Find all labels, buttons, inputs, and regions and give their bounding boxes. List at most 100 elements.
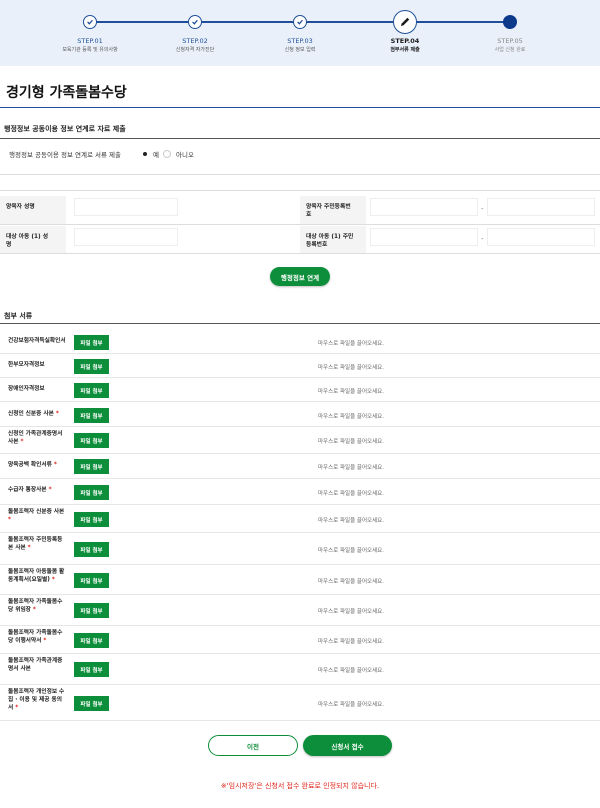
file-drop-zone[interactable]: 마우스로 파일을 끌어오세요. [318, 700, 384, 708]
attachment-label: 신청인 신분증 사본 * [8, 410, 66, 418]
divider [0, 253, 600, 254]
submit-button[interactable]: 신청서 접수 [303, 735, 392, 756]
parent-id-front-input[interactable] [370, 198, 478, 216]
divider [0, 174, 600, 175]
parent-id-back-input[interactable] [487, 198, 595, 216]
attachment-row: 수급자 통장사본 * 파일 첨부 마우스로 파일을 끌어오세요. [0, 479, 600, 505]
file-attach-button[interactable]: 파일 첨부 [74, 459, 109, 474]
prev-button[interactable]: 이전 [208, 735, 298, 756]
id-separator: - [481, 205, 484, 213]
file-attach-button[interactable]: 파일 첨부 [74, 633, 109, 648]
admin-link-button[interactable]: 행정정보 연계 [270, 267, 330, 286]
radio-no-label: 아니오 [176, 151, 194, 159]
admin-info-section-title: 행정정보 공동이용 정보 연계로 자료 제출 [4, 125, 126, 133]
file-drop-zone[interactable]: 마우스로 파일을 끌어오세요. [318, 637, 384, 645]
attachment-row: 장애인자격정보 파일 첨부 마우스로 파일을 끌어오세요. [0, 378, 600, 402]
file-drop-zone[interactable]: 마우스로 파일을 끌어오세요. [318, 607, 384, 615]
radio-unselected-icon [163, 150, 171, 158]
attachment-row: 돌봄조력자 개인정보 수집 · 이용 및 제공 동의서 * 파일 첨부 마우스로 파… [0, 685, 600, 721]
required-mark: * [8, 517, 11, 523]
attachment-label: 건강보험자격득실확인서 [8, 337, 66, 345]
file-drop-zone[interactable]: 마우스로 파일을 끌어오세요. [318, 363, 384, 371]
file-drop-zone[interactable]: 마우스로 파일을 끌어오세요. [318, 516, 384, 524]
attachment-label-text: 돌봄조력자 가족관계증명서 사본 [8, 658, 63, 672]
attachment-label: 돌봄조력자 가족돌봄수당 이행서약서 * [8, 629, 66, 645]
check-icon [293, 15, 307, 29]
file-attach-button[interactable]: 파일 첨부 [74, 485, 109, 500]
attachment-row: 양육공백 확인서류 * 파일 첨부 마우스로 파일을 끌어오세요. [0, 454, 600, 479]
file-attach-button[interactable]: 파일 첨부 [74, 512, 109, 527]
file-drop-zone[interactable]: 마우스로 파일을 끌어오세요. [318, 546, 384, 554]
attachment-row: 돌봄조력자 가족돌봄수당 위임장 * 파일 첨부 마우스로 파일을 끌어오세요. [0, 595, 600, 626]
file-drop-zone[interactable]: 마우스로 파일을 끌어오세요. [318, 489, 384, 497]
divider [0, 224, 600, 225]
step-number: STEP.02 [182, 37, 208, 45]
attachment-label: 돌봄조력자 개인정보 수집 · 이용 및 제공 동의서 * [8, 688, 66, 712]
attachment-label: 돌봄조력자 가족돌봄수당 위임장 * [8, 598, 66, 614]
attachment-label: 장애인자격정보 [8, 385, 66, 393]
step-label: 사업 신청 완료 [494, 47, 526, 53]
check-icon [188, 15, 202, 29]
attachment-label-text: 돌봄조력자 신분증 사본 [8, 509, 65, 515]
check-icon [83, 15, 97, 29]
pencil-icon [393, 10, 417, 34]
radio-no[interactable]: 아니오 [163, 149, 194, 159]
step-label: 신청자격 자가진단 [175, 47, 215, 53]
step-number: STEP.01 [77, 37, 103, 45]
parent-id-label-cell: 양육자 주민등록번호 [300, 196, 366, 224]
attachment-label-text: 수급자 통장사본 [8, 487, 47, 493]
child-name-input[interactable] [74, 228, 178, 246]
radio-yes[interactable]: 예 [143, 149, 159, 159]
step-label: 신청 정보 입력 [284, 47, 316, 53]
required-mark: * [55, 411, 59, 417]
file-drop-zone[interactable]: 마우스로 파일을 끌어오세요. [318, 339, 384, 347]
child-id-front-input[interactable] [370, 228, 478, 246]
required-mark: * [15, 705, 19, 711]
attachments-section-title: 첨부 서류 [4, 312, 33, 320]
attachment-label: 돌봄조력자 아동돌봄 활동계획서(요일별) * [8, 568, 66, 584]
dot-icon [503, 15, 517, 29]
required-mark: * [27, 545, 31, 551]
step-number: STEP.03 [287, 37, 313, 45]
title-divider [0, 107, 600, 108]
file-attach-button[interactable]: 파일 첨부 [74, 696, 109, 711]
section-divider [0, 323, 600, 324]
file-attach-button[interactable]: 파일 첨부 [74, 383, 109, 398]
file-attach-button[interactable]: 파일 첨부 [74, 408, 109, 423]
attachment-label-text: 돌봄조력자 아동돌봄 활동계획서(요일별) [8, 569, 65, 583]
attachment-label: 한부모자격정보 [8, 361, 66, 369]
row-divider [0, 401, 600, 402]
section-divider [0, 138, 600, 139]
file-attach-button[interactable]: 파일 첨부 [74, 433, 109, 448]
radio-selected-icon [143, 152, 147, 156]
child-id-back-input[interactable] [487, 228, 595, 246]
attachment-row: 돌봄조력자 가족돌봄수당 이행서약서 * 파일 첨부 마우스로 파일을 끌어오세요. [0, 626, 600, 654]
file-drop-zone[interactable]: 마우스로 파일을 끌어오세요. [318, 463, 384, 471]
file-attach-button[interactable]: 파일 첨부 [74, 335, 109, 350]
parent-name-label-cell: 양육자 성명 [0, 196, 66, 224]
file-attach-button[interactable]: 파일 첨부 [74, 573, 109, 588]
attachment-label-text: 한부모자격정보 [8, 362, 45, 368]
file-drop-zone[interactable]: 마우스로 파일을 끌어오세요. [318, 437, 384, 445]
step-number: STEP.04 [390, 37, 420, 45]
parent-id-label: 양육자 주민등록번호 [306, 204, 351, 218]
file-attach-button[interactable]: 파일 첨부 [74, 603, 109, 618]
file-attach-button[interactable]: 파일 첨부 [74, 542, 109, 557]
file-attach-button[interactable]: 파일 첨부 [74, 662, 109, 677]
required-mark: * [32, 607, 36, 613]
file-drop-zone[interactable]: 마우스로 파일을 끌어오세요. [318, 412, 384, 420]
child-id-label-cell: 대상 아동 (1) 주민등록번호 [300, 226, 366, 254]
step-label: 첨부서류 제출 [390, 47, 420, 53]
file-drop-zone[interactable]: 마우스로 파일을 끌어오세요. [318, 387, 384, 395]
parent-name-input[interactable] [74, 198, 178, 216]
file-drop-zone[interactable]: 마우스로 파일을 끌어오세요. [318, 577, 384, 585]
file-attach-button[interactable]: 파일 첨부 [74, 359, 109, 374]
attachment-label-text: 양육공백 확인서류 [8, 462, 52, 468]
attachment-label-text: 건강보험자격득실확인서 [8, 338, 66, 344]
attachment-row: 돌봄조력자 아동돌봄 활동계획서(요일별) * 파일 첨부 마우스로 파일을 끌어오… [0, 565, 600, 595]
attachment-label: 신청인 가족관계증명서 사본 * [8, 430, 66, 446]
attachment-label: 돌봄조력자 가족관계증명서 사본 [8, 657, 66, 673]
consent-label: 행정정보 공동이용 정보 연계로 서류 제출 [9, 151, 121, 159]
file-drop-zone[interactable]: 마우스로 파일을 끌어오세요. [318, 666, 384, 674]
attachment-row: 건강보험자격득실확인서 파일 첨부 마우스로 파일을 끌어오세요. [0, 330, 600, 354]
